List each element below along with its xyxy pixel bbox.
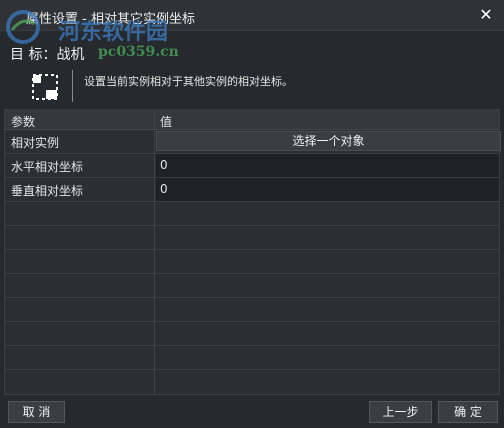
table-row: 相对实例 选择一个对象 bbox=[5, 130, 501, 154]
empty-row bbox=[5, 250, 499, 274]
previous-step-button[interactable]: 上一步 bbox=[369, 401, 432, 423]
property-grid: 参数 值 相对实例 选择一个对象 水平相对坐标 0 垂直相对坐标 0 bbox=[4, 109, 501, 395]
empty-row bbox=[5, 226, 499, 250]
hedong-logo bbox=[6, 10, 40, 44]
relative-position-icon bbox=[32, 74, 58, 100]
select-object-button[interactable]: 选择一个对象 bbox=[156, 131, 501, 151]
divider bbox=[72, 70, 73, 102]
table-row: 垂直相对坐标 0 bbox=[5, 178, 499, 202]
vertical-offset-field[interactable] bbox=[156, 178, 499, 201]
horizontal-offset-field[interactable] bbox=[156, 154, 499, 177]
empty-row bbox=[5, 370, 499, 393]
row-label: 水平相对坐标 bbox=[11, 160, 84, 174]
ok-button[interactable]: 确 定 bbox=[438, 401, 498, 423]
empty-row bbox=[5, 298, 499, 322]
header-value: 值 bbox=[160, 115, 173, 129]
vertical-offset-value: 0 bbox=[160, 182, 168, 196]
table-row: 水平相对坐标 0 bbox=[5, 154, 499, 178]
header-param: 参数 bbox=[11, 115, 36, 129]
close-button[interactable]: ✕ bbox=[474, 3, 498, 27]
horizontal-offset-value: 0 bbox=[160, 158, 168, 172]
row-label: 垂直相对坐标 bbox=[11, 184, 84, 198]
description-text: 设置当前实例相对于其他实例的相对坐标。 bbox=[84, 75, 293, 88]
watermark-text: 河东软件园 bbox=[58, 19, 169, 45]
cancel-button[interactable]: 取 消 bbox=[8, 401, 65, 423]
empty-row bbox=[5, 346, 499, 370]
empty-row bbox=[5, 274, 499, 298]
empty-row bbox=[5, 322, 499, 346]
watermark-url: pc0359.cn bbox=[98, 44, 179, 60]
row-label: 相对实例 bbox=[11, 136, 60, 150]
empty-row bbox=[5, 202, 499, 226]
grid-header: 参数 值 bbox=[5, 110, 499, 130]
target-label: 目 标：战机 bbox=[10, 47, 85, 63]
